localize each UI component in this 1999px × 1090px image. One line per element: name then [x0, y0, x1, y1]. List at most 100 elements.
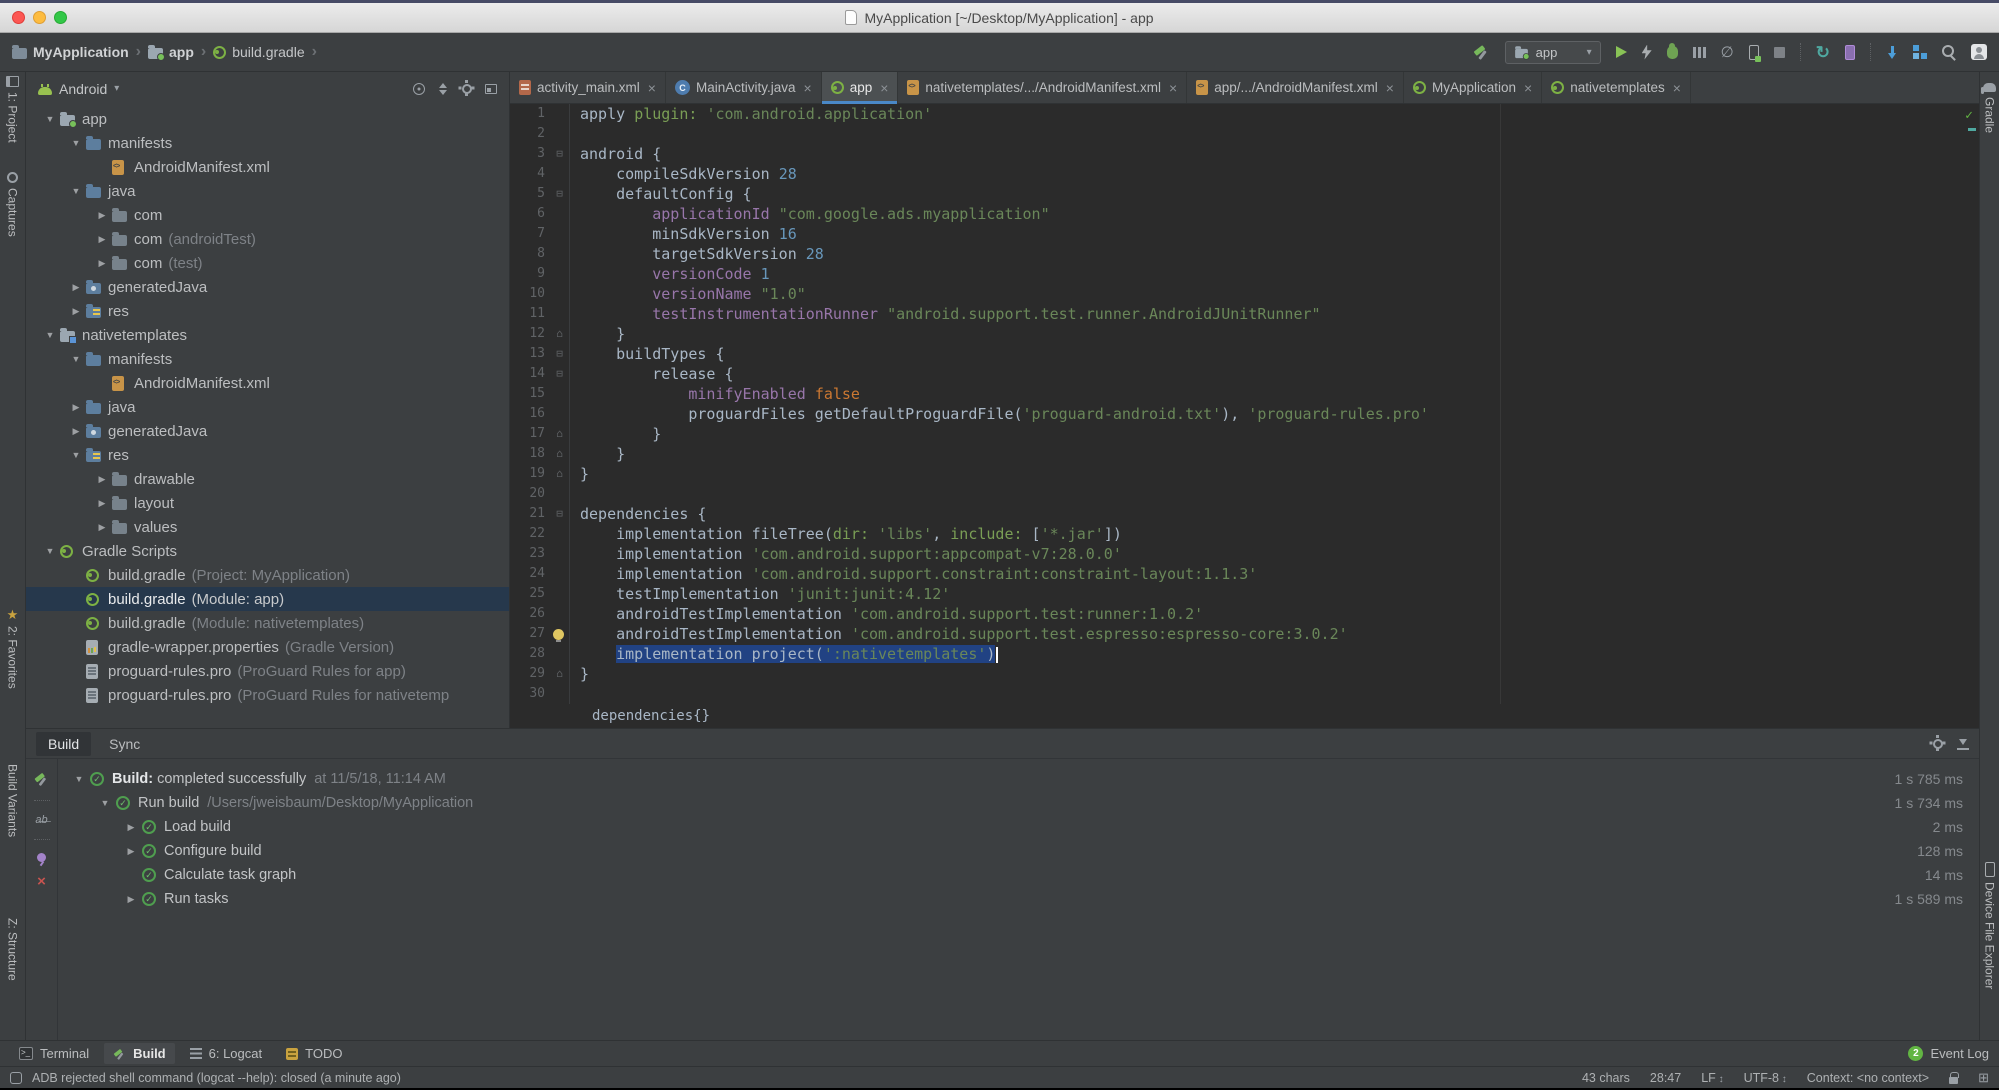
code-line[interactable]: 7 minSdkVersion 16 [510, 224, 1979, 244]
code-line[interactable]: 14 ⊟ release { [510, 364, 1979, 384]
tree-item[interactable]: AndroidManifest.xml [26, 155, 509, 179]
tree-item[interactable]: ▶ com [26, 203, 509, 227]
sdk-manager-icon[interactable] [1886, 45, 1898, 59]
code-line[interactable]: 10 versionName "1.0" [510, 284, 1979, 304]
toolwindow-tab-6-logcat[interactable]: 6: Logcat [181, 1043, 272, 1064]
collapse-all-icon[interactable] [438, 82, 449, 95]
code-line[interactable]: 20 [510, 484, 1979, 504]
close-tab-icon[interactable]: × [1673, 80, 1681, 96]
code-line[interactable]: 5 ⊟ defaultConfig { [510, 184, 1979, 204]
project-structure-icon[interactable] [1913, 45, 1927, 59]
tree-arrow-icon[interactable]: ▶ [66, 282, 86, 293]
toolwindow-tab-todo[interactable]: TODO [277, 1043, 351, 1064]
tool-strip-button[interactable]: Device File Explorer [1980, 862, 1999, 989]
code-line[interactable]: 11 testInstrumentationRunner "android.su… [510, 304, 1979, 324]
tree-arrow-icon[interactable]: ▶ [92, 498, 112, 509]
code-line[interactable]: 19 ⌂} [510, 464, 1979, 484]
build-output-row[interactable]: ▼ Run build/Users/jweisbaum/Desktop/MyApp… [58, 791, 1979, 815]
tree-arrow-icon[interactable]: ▶ [92, 522, 112, 533]
tool-strip-button[interactable]: Build Variants [0, 764, 25, 837]
inspection-ok-icon[interactable]: ✓ [1965, 108, 1973, 123]
run-button[interactable] [1615, 46, 1627, 58]
caret-position[interactable]: 28:47 [1650, 1071, 1681, 1085]
tree-item[interactable]: proguard-rules.pro (ProGuard Rules for ap… [26, 659, 509, 683]
maximize-window-button[interactable] [54, 11, 67, 24]
tree-arrow-icon[interactable]: ▶ [66, 426, 86, 437]
status-message[interactable]: ADB rejected shell command (logcat --hel… [32, 1071, 401, 1085]
tool-strip-button[interactable]: Z: Structure [0, 918, 25, 981]
editor-tab[interactable]: activity_main.xml × [510, 72, 666, 103]
code-line[interactable]: 18 ⌂ } [510, 444, 1979, 464]
tree-item[interactable]: ▶ java [26, 395, 509, 419]
tree-arrow-icon[interactable]: ▶ [92, 474, 112, 485]
tree-arrow-icon[interactable]: ▼ [66, 138, 86, 148]
code-line[interactable]: 27 androidTestImplementation 'com.androi… [510, 624, 1979, 644]
build-output-row[interactable]: Calculate task graph 14 ms [58, 863, 1979, 887]
tree-arrow-icon[interactable]: ▶ [92, 258, 112, 269]
toolwindow-toggle-icon[interactable] [10, 1071, 22, 1084]
code-line[interactable]: 21 ⊟ dependencies { [510, 504, 1979, 524]
locate-file-icon[interactable] [413, 82, 425, 95]
breadcrumb-item[interactable]: MyApplication [12, 44, 129, 60]
tool-strip-button[interactable]: 1: Project [0, 76, 25, 143]
tree-item[interactable]: gradle-wrapper.properties (Gradle Version… [26, 635, 509, 659]
fold-gutter[interactable]: ⊟ [550, 344, 570, 364]
make-project-icon[interactable] [1473, 44, 1490, 60]
tree-arrow-icon[interactable]: ▼ [66, 354, 86, 364]
intention-bulb-icon[interactable] [553, 629, 564, 642]
editor-tab[interactable]: app/.../AndroidManifest.xml × [1187, 72, 1404, 103]
fold-gutter[interactable]: ⌂ [550, 424, 570, 444]
code-line[interactable]: 15 minifyEnabled false [510, 384, 1979, 404]
tree-arrow-icon[interactable]: ▶ [92, 210, 112, 221]
hide-panel-icon[interactable] [485, 83, 497, 94]
fold-gutter[interactable]: ⌂ [550, 664, 570, 684]
stop-button[interactable] [1773, 46, 1785, 58]
fold-gutter[interactable]: ⊟ [550, 504, 570, 524]
tree-arrow-icon[interactable]: ▶ [66, 306, 86, 317]
code-line[interactable]: 29 ⌂} [510, 664, 1979, 684]
close-window-button[interactable] [12, 11, 25, 24]
code-line[interactable]: 25 testImplementation 'junit:junit:4.12' [510, 584, 1979, 604]
fold-gutter[interactable]: ⊟ [550, 184, 570, 204]
tree-item[interactable]: ▼ java [26, 179, 509, 203]
code-line[interactable]: 2 [510, 124, 1979, 144]
code-line[interactable]: 6 applicationId "com.google.ads.myapplic… [510, 204, 1979, 224]
fold-gutter[interactable]: ⌂ [550, 444, 570, 464]
editor-tab[interactable]: MyApplication × [1404, 72, 1543, 103]
tree-item[interactable]: build.gradle (Module: app) [26, 587, 509, 611]
close-tab-icon[interactable]: × [648, 80, 656, 96]
fold-gutter[interactable]: ⌂ [550, 324, 570, 344]
tree-arrow-icon[interactable]: ▼ [40, 114, 60, 124]
fold-gutter[interactable]: ⊟ [550, 144, 570, 164]
editor-tab[interactable]: nativetemplates × [1542, 72, 1691, 103]
code-line[interactable]: 17 ⌂ } [510, 424, 1979, 444]
apply-changes-icon[interactable] [1641, 44, 1652, 60]
close-tab-icon[interactable]: × [1524, 80, 1532, 96]
tree-item[interactable]: ▶ generatedJava [26, 419, 509, 443]
editor-tab[interactable]: MainActivity.java × [666, 72, 822, 103]
code-line[interactable]: 28 implementation project(':nativetempla… [510, 644, 1979, 664]
tree-arrow-icon[interactable]: ▼ [40, 330, 60, 340]
tree-item[interactable]: ▼ nativetemplates [26, 323, 509, 347]
code-line[interactable]: 16 proguardFiles getDefaultProguardFile(… [510, 404, 1979, 424]
build-output-row[interactable]: ▼ Build: completed successfully at 11/5/18… [58, 767, 1979, 791]
line-ending-selector[interactable]: LF ↕ [1701, 1071, 1723, 1085]
editor-tab[interactable]: app × [821, 72, 899, 104]
project-view-selector[interactable]: Android [59, 81, 107, 97]
breadcrumb-item[interactable]: app [148, 44, 194, 61]
tree-item[interactable]: AndroidManifest.xml [26, 371, 509, 395]
code-line[interactable]: 3 ⊟ android { [510, 144, 1979, 164]
tool-strip-button[interactable]: Captures [0, 172, 25, 237]
build-output-row[interactable]: ▶ Run tasks 1 s 589 ms [58, 887, 1979, 911]
code-line[interactable]: 13 ⊟ buildTypes { [510, 344, 1979, 364]
code-line[interactable]: 4 compileSdkVersion 28 [510, 164, 1979, 184]
toolwindow-tab-terminal[interactable]: Terminal [10, 1043, 98, 1064]
code-line[interactable]: 30 [510, 684, 1979, 704]
tree-item[interactable]: proguard-rules.pro (ProGuard Rules for na… [26, 683, 509, 707]
search-everywhere-icon[interactable] [1942, 45, 1956, 59]
attach-debugger-icon[interactable] [1748, 44, 1761, 62]
profile-icon[interactable] [1692, 46, 1706, 58]
minimize-panel-icon[interactable] [1957, 738, 1969, 750]
code-line[interactable]: 24 implementation 'com.android.support.c… [510, 564, 1979, 584]
context-indicator[interactable]: Context: <no context> [1807, 1071, 1929, 1085]
